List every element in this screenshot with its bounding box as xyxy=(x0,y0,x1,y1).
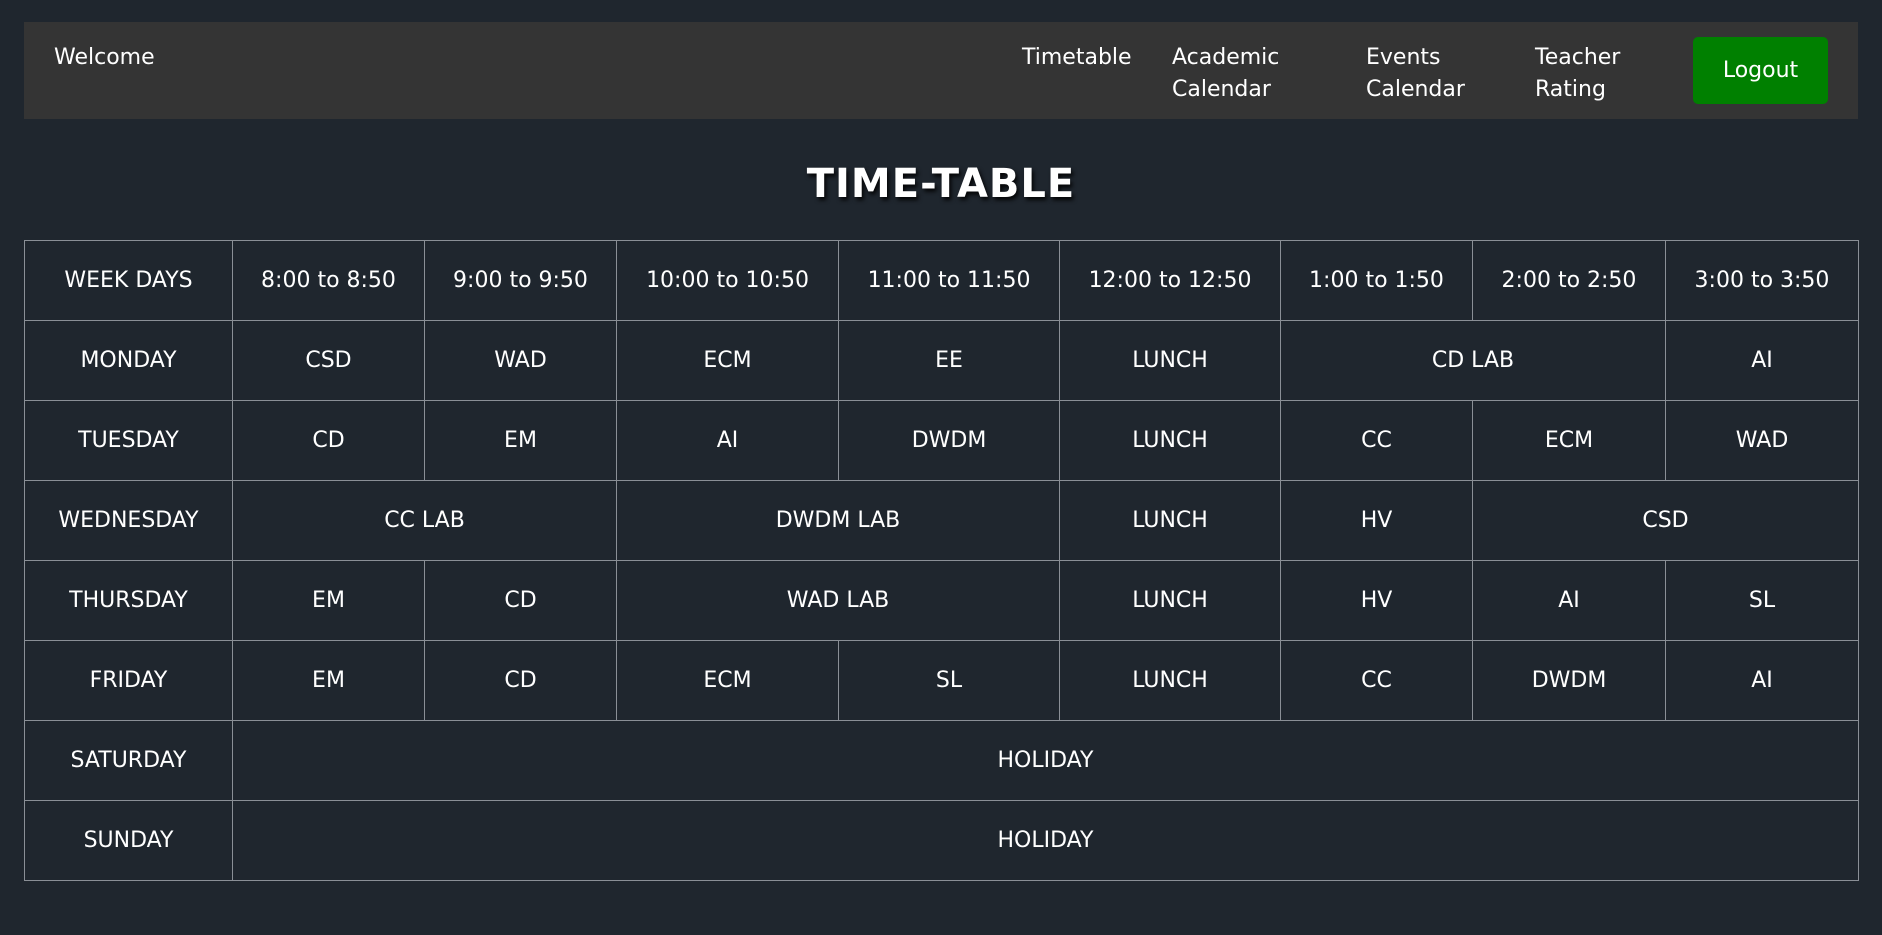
holiday-cell: HOLIDAY xyxy=(232,800,1859,881)
day-cell: MONDAY xyxy=(24,320,233,401)
subject-cell: CD xyxy=(424,560,617,641)
subject-cell: AI xyxy=(1665,640,1859,721)
subject-cell: CD xyxy=(424,640,617,721)
top-navbar: Welcome Timetable Academic Calendar Even… xyxy=(24,22,1858,119)
subject-cell: EM xyxy=(424,400,617,481)
lab-cell: CC LAB xyxy=(232,480,617,561)
subject-cell: DWDM xyxy=(838,400,1060,481)
lab-cell: DWDM LAB xyxy=(616,480,1060,561)
nav-link-teacher-rating[interactable]: Teacher Rating xyxy=(1535,42,1620,106)
lunch-cell: LUNCH xyxy=(1059,400,1281,481)
subject-cell: HV xyxy=(1280,480,1473,561)
nav-link-label: Academic xyxy=(1172,45,1280,70)
nav-link-events-calendar[interactable]: Events Calendar xyxy=(1366,42,1465,106)
lunch-cell: LUNCH xyxy=(1059,320,1281,401)
nav-link-label: Timetable xyxy=(1022,45,1132,70)
subject-cell: ECM xyxy=(1472,400,1666,481)
nav-link-label: Events xyxy=(1366,45,1441,70)
day-cell: FRIDAY xyxy=(24,640,233,721)
header-cell-period: 12:00 to 12:50 xyxy=(1059,240,1281,321)
day-cell: SUNDAY xyxy=(24,800,233,881)
welcome-brand: Welcome xyxy=(54,45,155,70)
nav-link-academic-calendar[interactable]: Academic Calendar xyxy=(1172,42,1279,106)
day-cell: WEDNESDAY xyxy=(24,480,233,561)
page-title: TIME-TABLE xyxy=(806,161,1076,207)
subject-cell: SL xyxy=(1665,560,1859,641)
table-row-saturday: SATURDAY HOLIDAY xyxy=(24,720,1859,801)
header-cell-period: 9:00 to 9:50 xyxy=(424,240,617,321)
table-row-thursday: THURSDAY EM CD WAD LAB LUNCH HV AI SL xyxy=(24,560,1859,641)
subject-cell: HV xyxy=(1280,560,1473,641)
day-cell: SATURDAY xyxy=(24,720,233,801)
table-row-monday: MONDAY CSD WAD ECM EE LUNCH CD LAB AI xyxy=(24,320,1859,401)
subject-cell: CSD xyxy=(232,320,425,401)
day-cell: THURSDAY xyxy=(24,560,233,641)
header-cell-period: 11:00 to 11:50 xyxy=(838,240,1060,321)
header-cell-week-days: WEEK DAYS xyxy=(24,240,233,321)
subject-cell: CC xyxy=(1280,640,1473,721)
subject-cell: AI xyxy=(616,400,839,481)
header-cell-period: 2:00 to 2:50 xyxy=(1472,240,1666,321)
header-cell-period: 10:00 to 10:50 xyxy=(616,240,839,321)
lunch-cell: LUNCH xyxy=(1059,480,1281,561)
table-row-sunday: SUNDAY HOLIDAY xyxy=(24,800,1859,881)
subject-cell: EM xyxy=(232,640,425,721)
subject-cell: ECM xyxy=(616,640,839,721)
subject-cell: WAD xyxy=(424,320,617,401)
subject-cell: EE xyxy=(838,320,1060,401)
table-row-friday: FRIDAY EM CD ECM SL LUNCH CC DWDM AI xyxy=(24,640,1859,721)
nav-link-timetable[interactable]: Timetable xyxy=(1022,42,1132,74)
nav-link-label: Teacher xyxy=(1535,45,1621,70)
logout-button[interactable]: Logout xyxy=(1693,37,1828,104)
lab-cell: WAD LAB xyxy=(616,560,1060,641)
subject-cell: ECM xyxy=(616,320,839,401)
timetable: WEEK DAYS 8:00 to 8:50 9:00 to 9:50 10:0… xyxy=(24,240,1859,881)
lunch-cell: LUNCH xyxy=(1059,640,1281,721)
nav-link-label: Calendar xyxy=(1366,77,1465,102)
holiday-cell: HOLIDAY xyxy=(232,720,1859,801)
header-cell-period: 3:00 to 3:50 xyxy=(1665,240,1859,321)
header-cell-period: 8:00 to 8:50 xyxy=(232,240,425,321)
subject-cell: CSD xyxy=(1472,480,1859,561)
table-header-row: WEEK DAYS 8:00 to 8:50 9:00 to 9:50 10:0… xyxy=(24,240,1859,321)
subject-cell: AI xyxy=(1472,560,1666,641)
day-cell: TUESDAY xyxy=(24,400,233,481)
subject-cell: WAD xyxy=(1665,400,1859,481)
nav-link-label: Calendar xyxy=(1172,77,1271,102)
nav-link-label: Rating xyxy=(1535,77,1606,102)
subject-cell: SL xyxy=(838,640,1060,721)
subject-cell: DWDM xyxy=(1472,640,1666,721)
lunch-cell: LUNCH xyxy=(1059,560,1281,641)
subject-cell: CC xyxy=(1280,400,1473,481)
subject-cell: EM xyxy=(232,560,425,641)
table-row-wednesday: WEDNESDAY CC LAB DWDM LAB LUNCH HV CSD xyxy=(24,480,1859,561)
subject-cell: CD xyxy=(232,400,425,481)
table-row-tuesday: TUESDAY CD EM AI DWDM LUNCH CC ECM WAD xyxy=(24,400,1859,481)
subject-cell: AI xyxy=(1665,320,1859,401)
lab-cell: CD LAB xyxy=(1280,320,1666,401)
header-cell-period: 1:00 to 1:50 xyxy=(1280,240,1473,321)
